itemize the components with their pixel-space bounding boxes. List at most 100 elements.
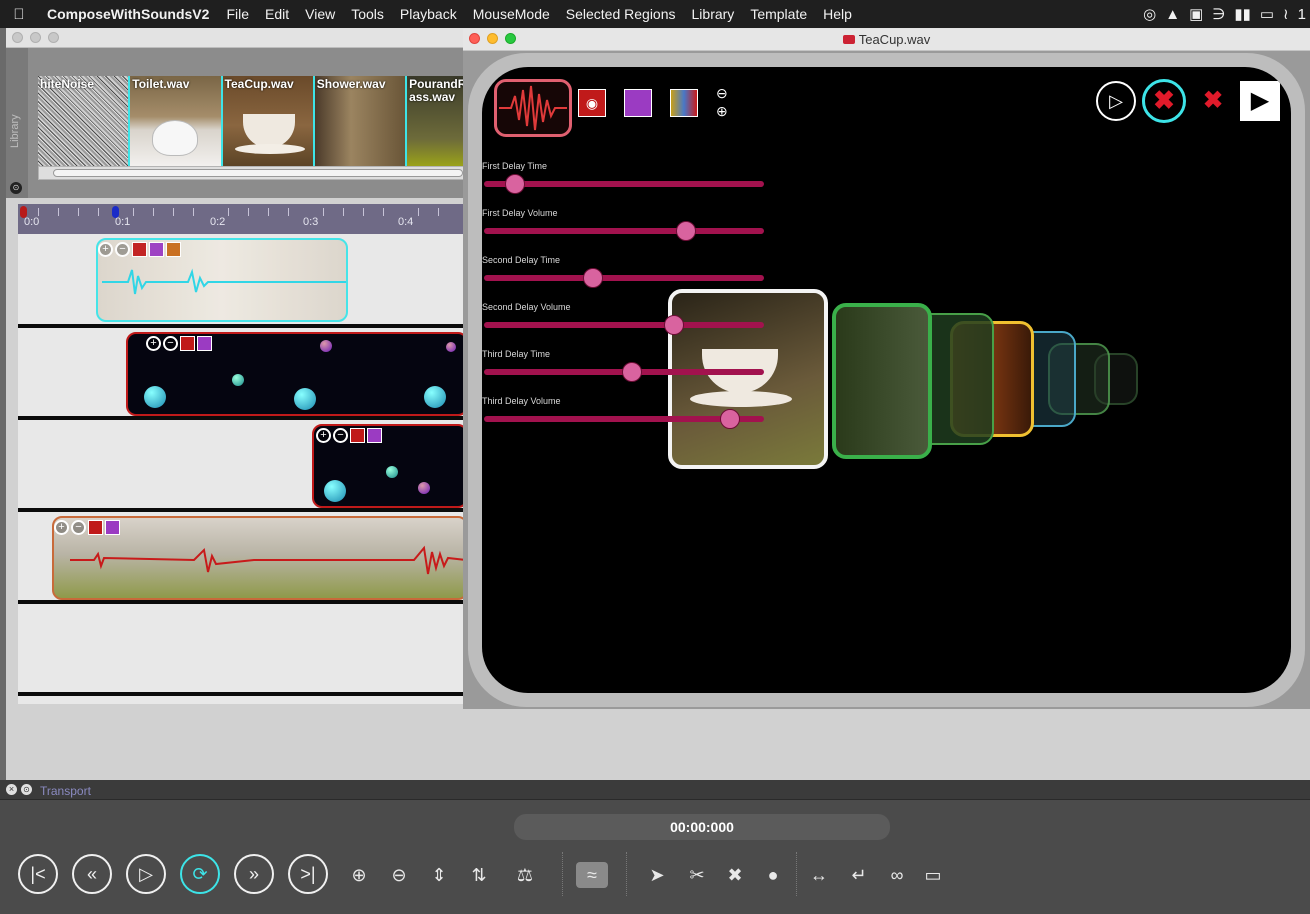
transport-panel: × ⊙ Transport 00:00:000 |< « ▷ ⟳ » >| ⊕ … xyxy=(0,780,1310,914)
menu-help[interactable]: Help xyxy=(815,6,860,22)
rewind-button[interactable]: « xyxy=(72,854,112,894)
add-icon[interactable]: + xyxy=(146,336,161,351)
menu-tools[interactable]: Tools xyxy=(343,6,392,22)
microphone-icon[interactable]: ● xyxy=(760,862,786,888)
library-item-whitenoise[interactable]: hiteNoise xyxy=(38,76,131,166)
ruler-tick xyxy=(58,208,59,216)
ruler-tick xyxy=(133,208,134,216)
menu-playback[interactable]: Playback xyxy=(392,6,465,22)
library-scrollbar[interactable] xyxy=(38,166,466,180)
zoom-out-icon[interactable]: ⊖ xyxy=(386,862,412,888)
menu-library[interactable]: Library xyxy=(684,6,743,22)
loop-button[interactable]: ⟳ xyxy=(180,854,220,894)
remove-icon[interactable]: − xyxy=(333,428,348,443)
library-tab[interactable]: Library ⊙ xyxy=(6,48,28,198)
library-item-label: hiteNoise xyxy=(40,77,95,91)
ruler-tick xyxy=(323,208,324,216)
desktop:  ComposeWithSoundsV2 File Edit View Too… xyxy=(0,0,1310,914)
close-icon[interactable]: × xyxy=(6,784,17,795)
add-icon[interactable]: + xyxy=(98,242,113,257)
creative-cloud-icon[interactable]: ◎ xyxy=(1143,5,1156,23)
zoom-in-icon[interactable]: ⊕ xyxy=(346,862,372,888)
collapse-vertical-icon[interactable]: ⇅ xyxy=(466,862,492,888)
pointer-icon[interactable]: ➤ xyxy=(644,862,670,888)
mute-icon[interactable] xyxy=(180,336,195,351)
apple-menu-icon[interactable]:  xyxy=(0,6,38,23)
ruler-label: 0:2 xyxy=(210,216,226,228)
mute-icon[interactable] xyxy=(132,242,147,257)
divider xyxy=(796,852,797,896)
fast-forward-button[interactable]: » xyxy=(234,854,274,894)
region-controls: + − xyxy=(54,520,120,535)
html5-icon[interactable]: ▣ xyxy=(1189,5,1203,23)
menu-template[interactable]: Template xyxy=(742,6,815,22)
region-teacup[interactable]: + − xyxy=(96,238,348,322)
region-pourandrinse[interactable]: + − xyxy=(52,516,468,600)
binoculars-icon[interactable]: ▮▮ xyxy=(1234,5,1251,23)
library-item-shower[interactable]: Shower.wav xyxy=(314,76,408,166)
menu-edit[interactable]: Edit xyxy=(257,6,297,22)
library-item-label: Shower.wav xyxy=(316,77,386,91)
effect-window-titlebar[interactable]: TeaCup.wav xyxy=(463,29,1310,51)
remove-icon[interactable]: − xyxy=(71,520,86,535)
region-bubbles-2[interactable]: + − xyxy=(312,424,468,508)
library-tab-label: Library xyxy=(9,114,21,148)
play-button[interactable]: ▷ xyxy=(126,854,166,894)
remove-icon[interactable]: − xyxy=(115,242,130,257)
effects-icon[interactable] xyxy=(149,242,164,257)
library-scrollbar-thumb[interactable] xyxy=(53,169,463,177)
track-lane: + − xyxy=(18,234,468,328)
ruler-tick xyxy=(98,208,99,216)
trash-icon[interactable]: ▭ xyxy=(920,862,946,888)
timeline-ruler[interactable]: 0:0 0:1 0:2 0:3 0:4 xyxy=(18,204,468,234)
menu-mousemode[interactable]: MouseMode xyxy=(465,6,558,22)
library-item-label: Toilet.wav xyxy=(132,77,190,91)
remove-icon[interactable]: − xyxy=(163,336,178,351)
curve-icon[interactable]: ↵ xyxy=(846,862,872,888)
app-menu[interactable]: ComposeWithSoundsV2 xyxy=(38,6,218,22)
effects-icon[interactable] xyxy=(367,428,382,443)
region-controls: + − xyxy=(316,428,382,443)
scissors-icon[interactable]: ✂ xyxy=(684,862,710,888)
ruler-label: 0:4 xyxy=(398,216,414,228)
minimize-button[interactable] xyxy=(30,32,41,43)
mute-icon[interactable] xyxy=(88,520,103,535)
library-item-teacup[interactable]: TeaCup.wav xyxy=(222,76,315,166)
skip-back-button[interactable]: |< xyxy=(18,854,58,894)
mute-icon[interactable] xyxy=(350,428,365,443)
detach-icon[interactable]: ⊙ xyxy=(10,182,22,194)
effects-icon[interactable] xyxy=(197,336,212,351)
wifi-icon[interactable]: ≀ xyxy=(1283,5,1289,23)
menu-file[interactable]: File xyxy=(218,6,257,22)
library-item-pourandrinse[interactable]: PourandRi ass.wav xyxy=(407,76,466,166)
slider-track[interactable] xyxy=(484,322,764,328)
drive-icon[interactable]: ▲ xyxy=(1165,6,1180,23)
bluetooth-icon[interactable]: ∋ xyxy=(1212,5,1225,23)
lock-icon[interactable]: ⚖ xyxy=(512,862,538,888)
detach-icon[interactable]: ⊙ xyxy=(21,784,32,795)
zoom-button[interactable] xyxy=(48,32,59,43)
color-icon[interactable] xyxy=(166,242,181,257)
region-bubbles-1[interactable]: + − xyxy=(126,332,468,416)
waveform-view-icon[interactable]: ≈ xyxy=(576,862,608,888)
effect-frame: ◉ ⊖ ⊕ ▷ ✖ ✖ ▶ First Delay Time First Del… xyxy=(468,53,1305,707)
skip-forward-button[interactable]: >| xyxy=(288,854,328,894)
expand-vertical-icon[interactable]: ⇕ xyxy=(426,862,452,888)
link-icon[interactable]: ∞ xyxy=(884,862,910,888)
effects-icon[interactable] xyxy=(105,520,120,535)
effect-window: TeaCup.wav ◉ ⊖ ⊕ ▷ ✖ ✖ ▶ First Delay Tim… xyxy=(463,29,1310,709)
library-item-toilet[interactable]: Toilet.wav xyxy=(130,76,223,166)
menu-view[interactable]: View xyxy=(297,6,343,22)
add-icon[interactable]: + xyxy=(54,520,69,535)
menu-selected-regions[interactable]: Selected Regions xyxy=(558,6,684,22)
transport-header: × ⊙ Transport xyxy=(0,780,1310,800)
fit-icon[interactable]: ↔ xyxy=(806,862,832,888)
add-icon[interactable]: + xyxy=(316,428,331,443)
ruler-tick xyxy=(438,208,439,216)
close-button[interactable] xyxy=(12,32,23,43)
mute-tool-icon[interactable]: ✖ xyxy=(722,862,748,888)
region-controls: + − xyxy=(98,242,181,257)
airplay-icon[interactable]: ▭ xyxy=(1260,5,1274,23)
library-item-label: PourandRi ass.wav xyxy=(409,77,466,104)
ruler-tick xyxy=(228,208,229,216)
